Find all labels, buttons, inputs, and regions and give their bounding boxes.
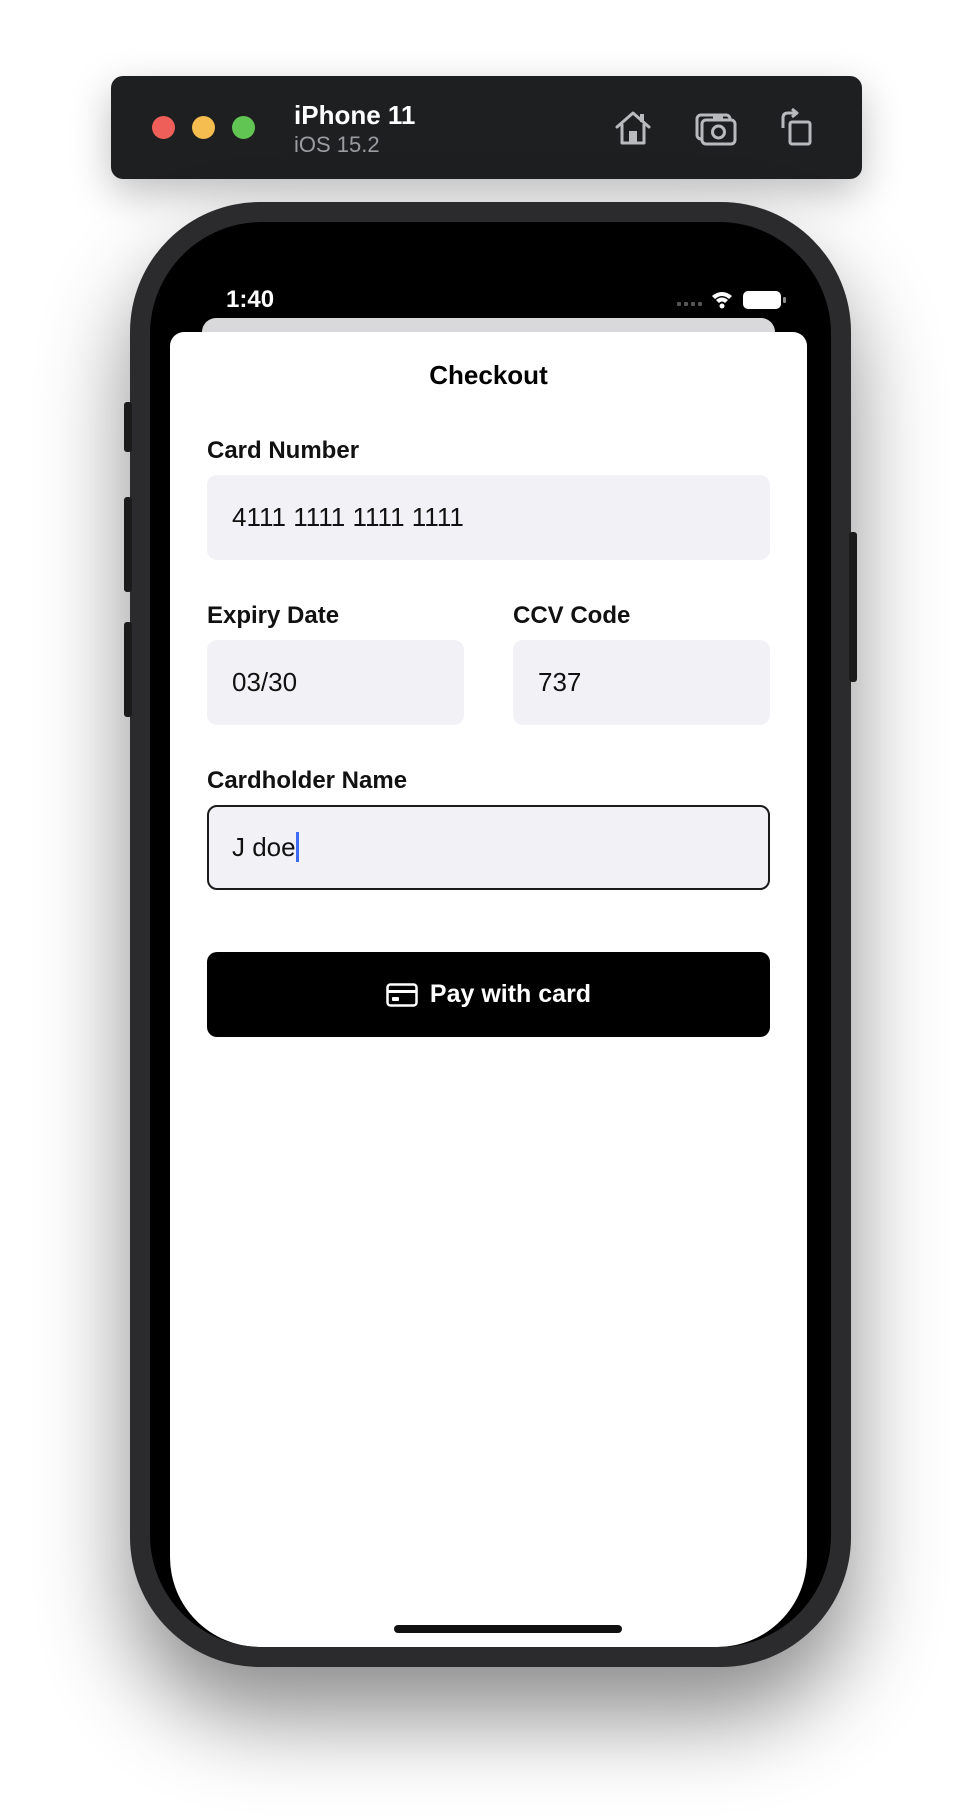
status-time: 1:40 <box>226 286 275 313</box>
status-icons <box>677 291 786 309</box>
page-title: Checkout <box>429 360 548 390</box>
pay-with-card-button[interactable]: Pay with card <box>207 952 770 1037</box>
credit-card-icon <box>386 982 418 1007</box>
cardholder-name-value: J doe <box>232 832 296 862</box>
expiry-date-label: Expiry Date <box>207 602 340 629</box>
zoom-window-button[interactable] <box>232 116 255 139</box>
home-icon[interactable] <box>611 106 655 150</box>
close-window-button[interactable] <box>152 116 175 139</box>
expiry-date-field[interactable]: 03/30 <box>207 640 464 725</box>
os-version: iOS 15.2 <box>294 132 380 157</box>
checkout-sheet: Checkout Card Number 4111 1111 1111 1111… <box>170 332 807 1647</box>
device-name: iPhone 11 <box>294 100 416 130</box>
minimize-window-button[interactable] <box>192 116 215 139</box>
pay-button-label: Pay with card <box>429 980 592 1008</box>
simulator-toolbar: iPhone 11 iOS 15.2 <box>111 76 862 179</box>
phone-frame: 1:40 Checkout Card Number 4111 1111 1111… <box>124 202 857 1667</box>
screenshot-icon[interactable] <box>694 106 738 150</box>
battery-icon <box>743 291 786 309</box>
text-caret <box>295 832 299 863</box>
card-number-label: Card Number <box>207 437 360 464</box>
cellular-signal-icon <box>677 302 702 306</box>
mute-switch <box>124 402 132 452</box>
rotate-icon[interactable] <box>774 106 818 150</box>
card-number-field[interactable]: 4111 1111 1111 1111 <box>207 475 770 560</box>
volume-up-button <box>124 497 132 592</box>
volume-down-button <box>124 622 132 717</box>
cardholder-name-label: Cardholder Name <box>207 767 408 794</box>
home-indicator[interactable] <box>394 1625 622 1633</box>
power-button <box>849 532 857 682</box>
screen: 1:40 Checkout Card Number 4111 1111 1111… <box>150 222 831 1647</box>
ccv-code-field[interactable]: 737 <box>513 640 770 725</box>
ccv-code-label: CCV Code <box>513 602 631 629</box>
wifi-icon <box>712 292 732 309</box>
cardholder-name-field[interactable]: J doe <box>207 805 770 890</box>
